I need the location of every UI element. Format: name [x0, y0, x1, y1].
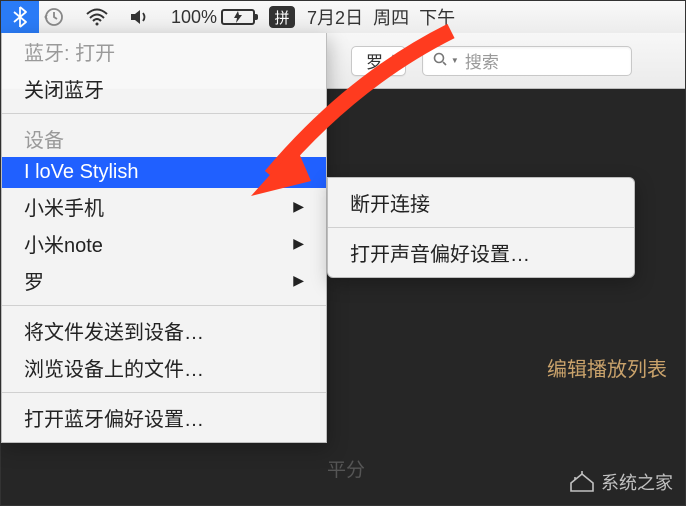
- disconnect-item[interactable]: 断开连接: [328, 184, 634, 221]
- battery-percent: 100%: [171, 7, 217, 28]
- open-bluetooth-prefs-item[interactable]: 打开蓝牙偏好设置…: [2, 399, 326, 436]
- browse-files-item[interactable]: 浏览设备上的文件…: [2, 349, 326, 386]
- menubar-date[interactable]: 7月2日 周四 下午: [307, 4, 455, 30]
- open-sound-prefs-item[interactable]: 打开声音偏好设置…: [328, 234, 634, 271]
- submenu-arrow-icon: ▶: [293, 272, 304, 289]
- device-item-xiaomi-phone[interactable]: 小米手机 ▶: [2, 188, 326, 225]
- search-placeholder: 搜索: [465, 48, 499, 73]
- menubar: 100% 拼 7月2日 周四 下午: [1, 1, 685, 33]
- bluetooth-status-label: 蓝牙: 打开: [2, 33, 326, 70]
- time-machine-icon[interactable]: [43, 6, 65, 28]
- volume-icon[interactable]: [129, 8, 151, 26]
- menu-separator: [2, 113, 326, 114]
- devices-header: 设备: [2, 120, 326, 157]
- input-method-icon[interactable]: 拼: [269, 6, 295, 28]
- menu-separator: [2, 392, 326, 393]
- turn-off-bluetooth-item[interactable]: 关闭蓝牙: [2, 70, 326, 107]
- device-item-xiaomi-note[interactable]: 小米note ▶: [2, 225, 326, 262]
- device-item-luo[interactable]: 罗 ▶: [2, 262, 326, 299]
- battery-icon[interactable]: [221, 9, 255, 25]
- chevron-down-icon: ▼: [451, 56, 459, 65]
- submenu-arrow-icon: ▶: [293, 235, 304, 252]
- device-submenu: 断开连接 打开声音偏好设置…: [327, 177, 635, 278]
- bluetooth-dropdown-menu: 蓝牙: 打开 关闭蓝牙 设备 I loVe Stylish ▶ 小米手机 ▶ 小…: [1, 33, 327, 443]
- menu-separator: [328, 227, 634, 228]
- send-file-item[interactable]: 将文件发送到设备…: [2, 312, 326, 349]
- edit-playlist-button[interactable]: 编辑播放列表: [547, 353, 667, 382]
- bluetooth-icon: [12, 6, 28, 28]
- updown-caret-icon: ▲▼: [389, 54, 397, 67]
- background-text: 平分: [327, 455, 365, 482]
- device-item-stylish[interactable]: I loVe Stylish ▶: [2, 157, 326, 188]
- dropdown-label: 罗: [366, 48, 383, 73]
- bluetooth-menubar-button[interactable]: [1, 1, 39, 33]
- watermark-logo-icon: [569, 471, 595, 493]
- watermark: 系统之家: [569, 469, 673, 495]
- search-input[interactable]: ▼ 搜索: [422, 46, 632, 76]
- category-dropdown[interactable]: 罗 ▲▼: [351, 46, 406, 76]
- submenu-arrow-icon: ▶: [293, 164, 304, 181]
- search-icon: [433, 52, 447, 69]
- submenu-arrow-icon: ▶: [293, 198, 304, 215]
- menu-separator: [2, 305, 326, 306]
- wifi-icon[interactable]: [85, 8, 109, 26]
